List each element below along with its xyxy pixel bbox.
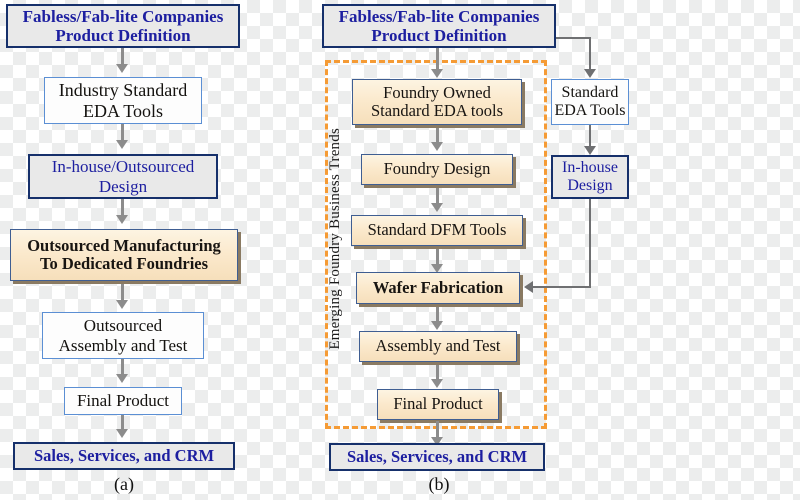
connector-b-inhouse-left xyxy=(533,286,591,288)
node-b-final-product: Final Product xyxy=(377,389,499,420)
arrowhead-b-into-wafer xyxy=(524,281,533,293)
connector-b-std-to-inhouse xyxy=(589,125,591,148)
node-b-foundry-eda: Foundry Owned Standard EDA tools xyxy=(352,79,522,125)
node-a-header: Fabless/Fab-lite Companies Product Defin… xyxy=(6,4,240,48)
arrowhead-a6 xyxy=(116,429,128,438)
arrowhead-b1 xyxy=(431,69,443,78)
node-b-inhouse-design: In-house Design xyxy=(551,155,629,199)
connector-b1 xyxy=(436,48,439,71)
arrowhead-b-std-to-inhouse xyxy=(584,146,596,155)
arrowhead-a3 xyxy=(116,215,128,224)
node-b-standard-eda: Standard EDA Tools xyxy=(551,79,629,125)
panel-b-caption: (b) xyxy=(428,474,450,494)
arrowhead-b6 xyxy=(431,379,443,388)
node-b-header: Fabless/Fab-lite Companies Product Defin… xyxy=(322,4,556,48)
node-a-assembly: Outsourced Assembly and Test xyxy=(42,312,204,359)
node-a-sales: Sales, Services, and CRM xyxy=(13,442,235,470)
node-b-dfm-tools: Standard DFM Tools xyxy=(351,215,523,246)
arrowhead-a4 xyxy=(116,300,128,309)
arrowhead-b5 xyxy=(431,321,443,330)
node-b-foundry-design: Foundry Design xyxy=(361,154,513,185)
node-a-outsourced-manufacturing: Outsourced Manufacturing To Dedicated Fo… xyxy=(10,229,238,281)
emerging-trends-label: Emerging Foundry Business Trends xyxy=(327,128,343,350)
arrowhead-a5 xyxy=(116,374,128,383)
node-b-wafer-fabrication: Wafer Fabrication xyxy=(356,272,520,304)
arrowhead-b2 xyxy=(431,142,443,151)
arrowhead-b3 xyxy=(431,203,443,212)
arrowhead-a2 xyxy=(116,140,128,149)
node-b-assembly: Assembly and Test xyxy=(359,331,517,362)
node-b-sales: Sales, Services, and CRM xyxy=(329,443,545,471)
node-a-eda: Industry Standard EDA Tools xyxy=(44,77,202,124)
arrowhead-a1 xyxy=(116,64,128,73)
connector-b-branch-horizontal xyxy=(556,37,591,39)
panel-a-caption: (a) xyxy=(114,474,134,494)
node-a-design: In-house/Outsourced Design xyxy=(28,154,218,199)
figure-canvas: Fabless/Fab-lite Companies Product Defin… xyxy=(0,0,800,500)
connector-b-branch-vertical xyxy=(589,37,591,71)
arrowhead-b-branch xyxy=(584,69,596,78)
node-a-final-product: Final Product xyxy=(64,387,182,415)
connector-b-inhouse-down xyxy=(589,199,591,287)
